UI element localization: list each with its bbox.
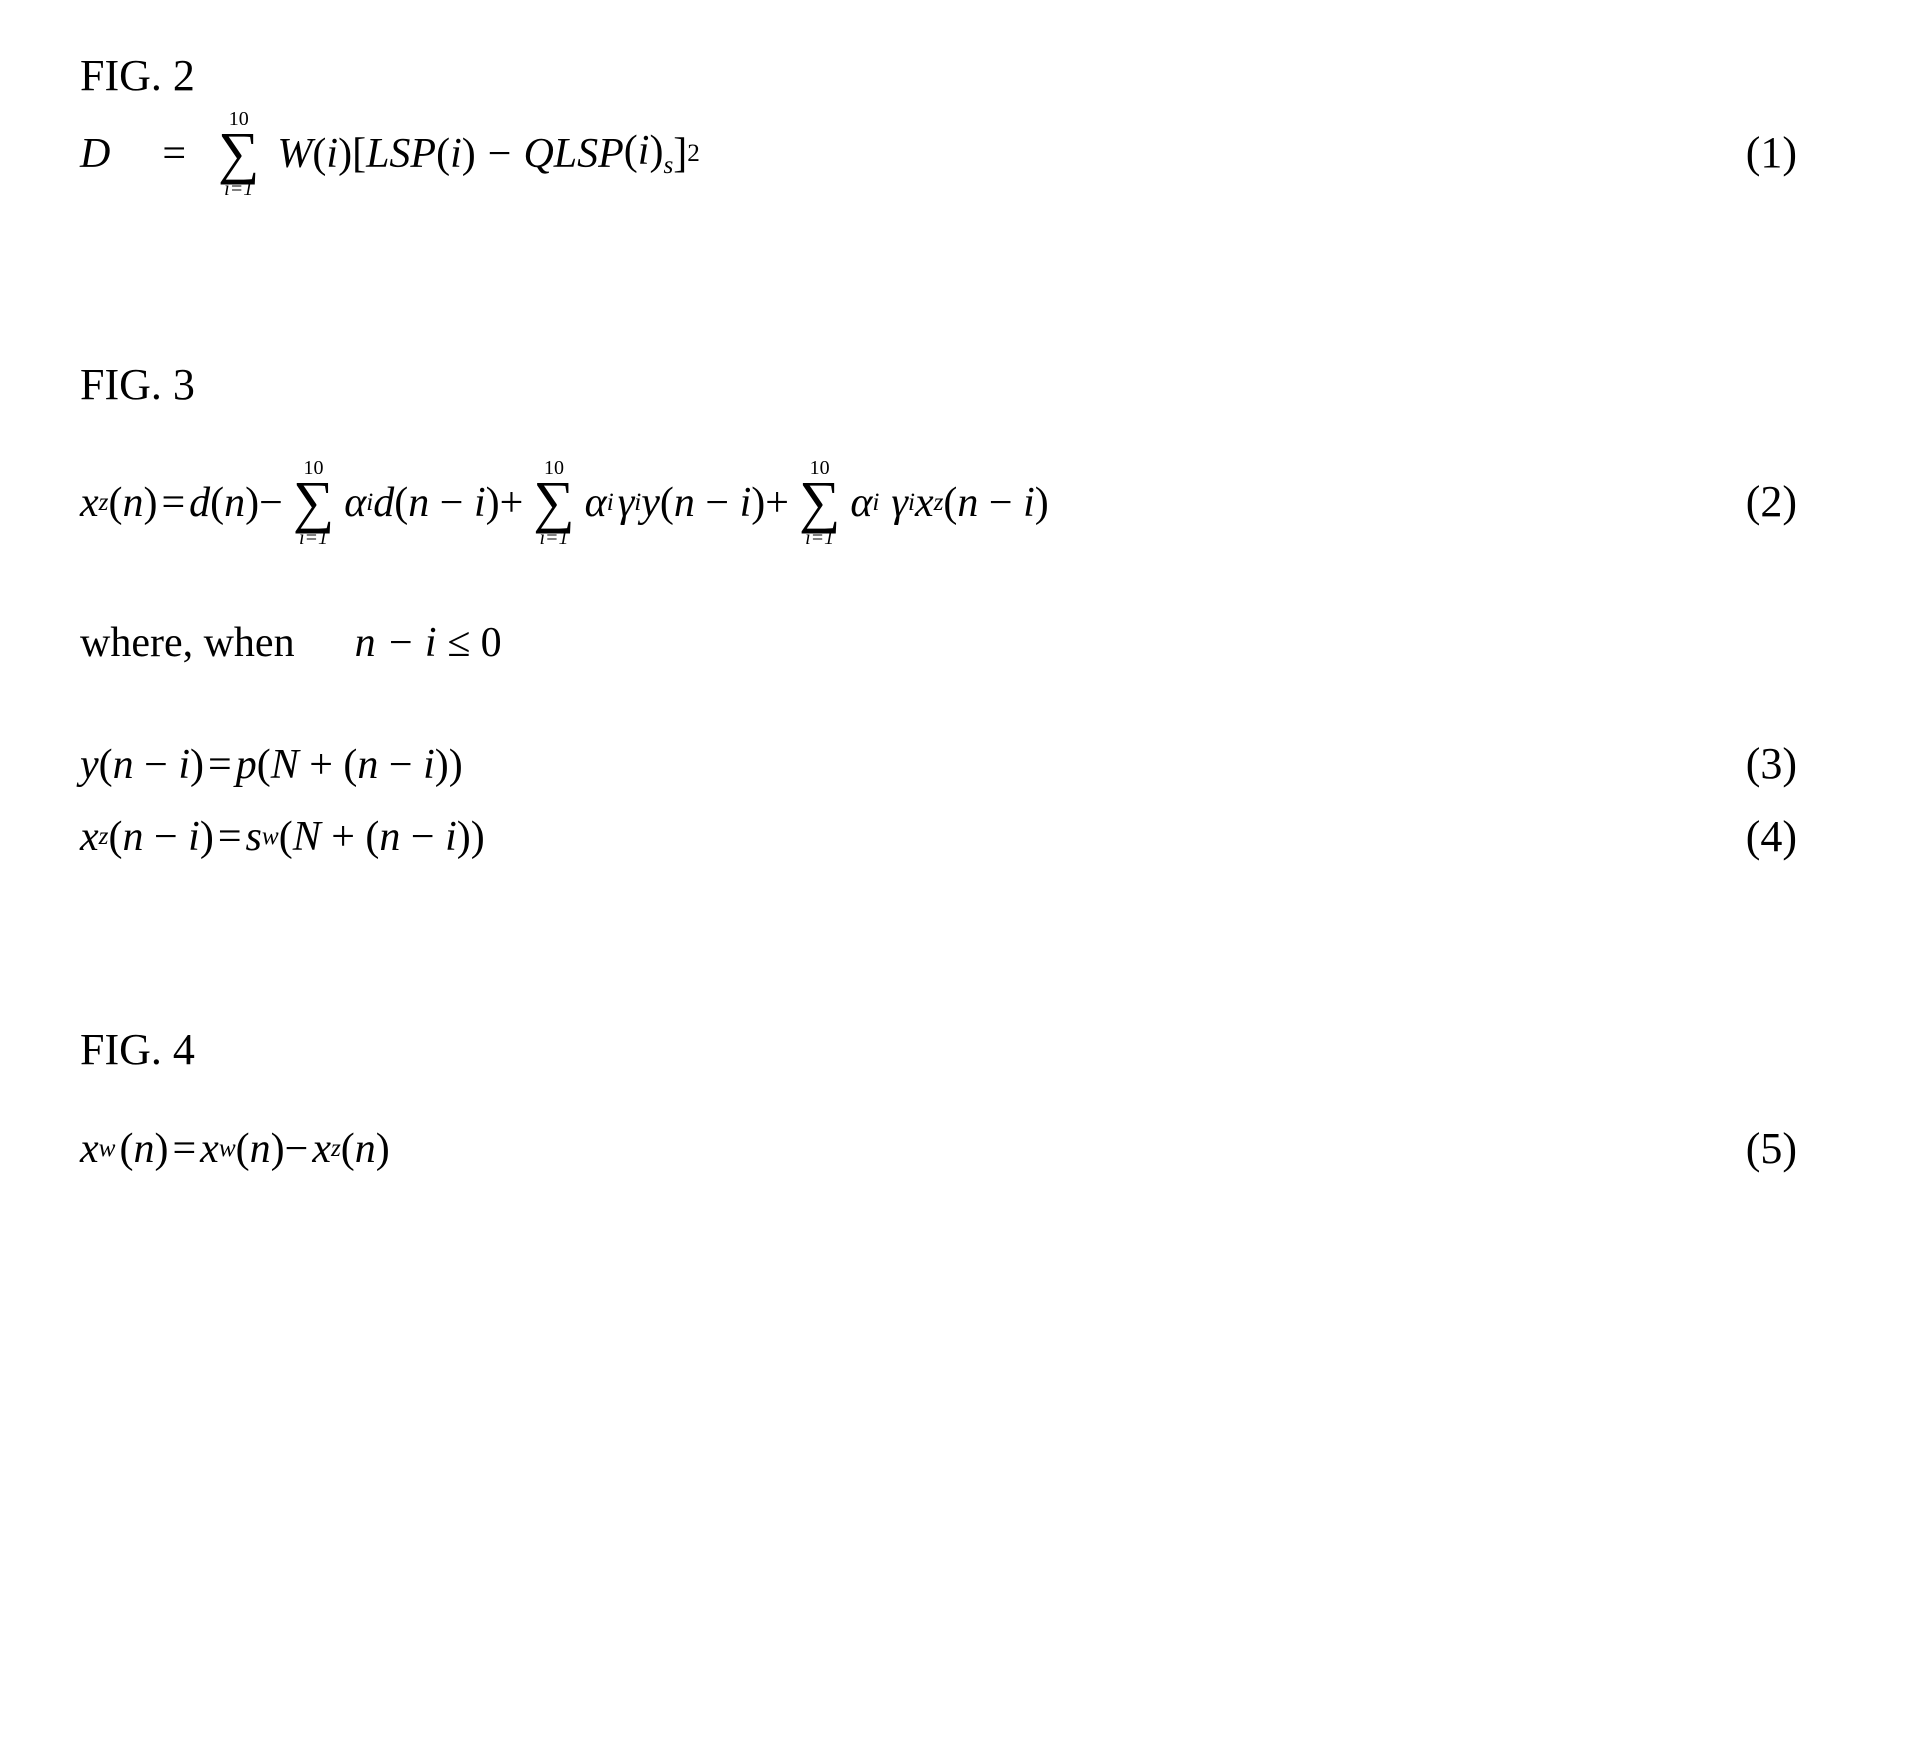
eq2-d2: d: [373, 478, 394, 528]
equation-2-row: xz(n) = d(n) − 10 ∑ i=1 αid(n − i) + 10 …: [80, 458, 1797, 548]
eq1-sub-s: s: [663, 152, 673, 179]
eq2-gamma1: γ: [618, 478, 635, 528]
eq2-y: y: [641, 478, 660, 528]
sigma-icon: ∑: [799, 476, 840, 528]
eq4-s-w: w: [262, 822, 279, 852]
equation-4-row: xz(n − i) = sw(N + (n − i)) (4): [80, 811, 1797, 864]
eq1-LSP: LSP: [366, 129, 436, 179]
eq5-minus: −: [285, 1124, 309, 1174]
eq2-sum2: 10 ∑ i=1: [533, 458, 574, 548]
eq1-Wi: (i): [312, 129, 352, 179]
fig2-label: FIG. 2: [80, 50, 1797, 103]
eq2-x2-arg: (n − i): [943, 478, 1048, 528]
eq5-x1-n: (n): [119, 1124, 168, 1174]
eq2-sum1-lower: i=1: [299, 528, 328, 548]
eq4-x-z: z: [99, 822, 109, 852]
eq3-p-arg: (N + (n − i)): [257, 740, 463, 790]
equation-3-row: y(n − i) = p(N + (n − i)) (3): [80, 738, 1797, 791]
fig3-label: FIG. 3: [80, 359, 1797, 412]
eq2-x2: x: [915, 478, 934, 528]
eq4-equals: =: [218, 812, 242, 862]
page: FIG. 2 D = 10 ∑ i=1 W(i)[LSP(i) − QLSP(i…: [0, 0, 1907, 1746]
eq4-s: s: [246, 812, 262, 862]
eq2-xz-n: (n): [108, 478, 157, 528]
sigma-icon: ∑: [533, 476, 574, 528]
eq3-p: p: [236, 740, 257, 790]
where-line: where, when n − i ≤ 0: [80, 618, 1797, 668]
eq2-plus2: +: [765, 478, 789, 528]
eq2-alpha2: α: [585, 478, 607, 528]
eq4-x-arg: (n − i): [108, 812, 213, 862]
eq1-sq: 2: [687, 139, 700, 169]
eq2-d: d: [189, 478, 210, 528]
eq1-sum-lower: i=1: [224, 179, 253, 199]
eq1-QLSPi: (i)s: [624, 126, 673, 181]
equation-3-body: y(n − i) = p(N + (n − i)): [80, 740, 463, 790]
eq2-y-arg: (n − i): [660, 478, 765, 528]
eq1-D: D: [80, 129, 110, 179]
equation-5-body: xw (n) = xw(n) − xz(n): [80, 1124, 390, 1174]
eq3-y-arg: (n − i): [99, 740, 204, 790]
eq2-alpha3-i: i: [872, 488, 879, 518]
eq1-QLSP: QLSP: [523, 129, 623, 179]
eq2-minus1: −: [259, 478, 283, 528]
eq2-gamma1-i: i: [634, 488, 641, 518]
eq4-s-arg: (N + (n − i)): [279, 812, 485, 862]
eq5-x3-n: (n): [341, 1124, 390, 1174]
eq2-alpha2-i: i: [607, 488, 614, 518]
where-text: where, when: [80, 618, 295, 668]
eq2-alpha1: α: [344, 478, 366, 528]
eq2-gamma2-i: i: [908, 488, 915, 518]
eq1-number: (1): [1716, 127, 1797, 180]
eq2-sum3-lower: i=1: [805, 528, 834, 548]
eq1-rbracket: ]: [673, 129, 687, 179]
eq4-number: (4): [1716, 811, 1797, 864]
eq2-alpha3: α: [850, 478, 872, 528]
eq3-equals: =: [208, 740, 232, 790]
equation-5-row: xw (n) = xw(n) − xz(n) (5): [80, 1123, 1797, 1176]
eq2-sum1: 10 ∑ i=1: [293, 458, 334, 548]
eq1-lbracket: [: [352, 129, 366, 179]
equation-4-body: xz(n − i) = sw(N + (n − i)): [80, 812, 485, 862]
eq3-y: y: [80, 740, 99, 790]
eq5-x1: x: [80, 1124, 99, 1174]
eq2-equals: =: [161, 478, 185, 528]
equation-2-body: xz(n) = d(n) − 10 ∑ i=1 αid(n − i) + 10 …: [80, 458, 1049, 548]
sigma-icon: ∑: [293, 476, 334, 528]
eq2-sum2-lower: i=1: [539, 528, 568, 548]
equation-1-row: D = 10 ∑ i=1 W(i)[LSP(i) − QLSP(i)s]2 (1…: [80, 109, 1797, 199]
eq1-minus: −: [488, 129, 512, 179]
eq5-x2: x: [200, 1124, 219, 1174]
eq1-W: W: [277, 129, 312, 179]
eq2-d2-arg: (n − i): [394, 478, 499, 528]
eq1-LSPi: (i): [436, 129, 476, 179]
eq2-d-n: (n): [210, 478, 259, 528]
eq5-x3-z: z: [331, 1134, 341, 1164]
eq5-number: (5): [1716, 1123, 1797, 1176]
sigma-icon: ∑: [218, 127, 259, 179]
eq5-equals: =: [172, 1124, 196, 1174]
eq4-x: x: [80, 812, 99, 862]
eq2-x: x: [80, 478, 99, 528]
eq2-x2-z: z: [934, 488, 944, 518]
eq5-x2-n: (n): [236, 1124, 285, 1174]
eq2-alpha1-i: i: [366, 488, 373, 518]
eq5-x1-w: w: [99, 1134, 116, 1164]
eq2-plus1: +: [500, 478, 524, 528]
eq5-x2-w: w: [219, 1134, 236, 1164]
eq2-gamma2: γ: [891, 478, 908, 528]
eq2-number: (2): [1716, 476, 1797, 529]
eq2-sum3: 10 ∑ i=1: [799, 458, 840, 548]
eq1-sum: 10 ∑ i=1: [218, 109, 259, 199]
eq3-number: (3): [1716, 738, 1797, 791]
equation-1-body: D = 10 ∑ i=1 W(i)[LSP(i) − QLSP(i)s]2: [80, 109, 700, 199]
eq2-xz: z: [99, 488, 109, 518]
eq5-x3: x: [312, 1124, 331, 1174]
eq1-equals: =: [162, 129, 186, 179]
where-cond: n − i ≤ 0: [355, 618, 502, 668]
fig4-label: FIG. 4: [80, 1024, 1797, 1077]
